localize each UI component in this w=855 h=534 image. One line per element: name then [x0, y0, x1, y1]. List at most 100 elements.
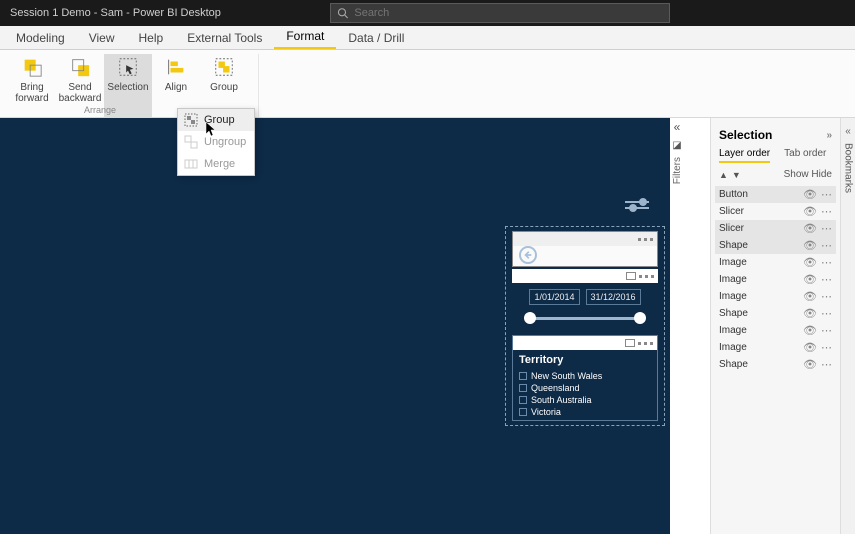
selection-item-label: Button: [719, 189, 748, 200]
selection-list-item[interactable]: Slicer👁⋯: [715, 220, 836, 237]
visibility-toggle[interactable]: 👁⋯: [803, 188, 832, 201]
date-slider[interactable]: [518, 311, 652, 329]
tab-help[interactable]: Help: [127, 27, 176, 49]
selection-list-item[interactable]: Shape👁⋯: [715, 356, 836, 373]
more-icon[interactable]: ⋯: [821, 256, 832, 269]
eye-icon[interactable]: 👁: [803, 290, 817, 303]
more-icon[interactable]: ⋯: [821, 341, 832, 354]
territory-option[interactable]: Victoria: [513, 406, 657, 418]
selection-list-item[interactable]: Image👁⋯: [715, 322, 836, 339]
back-arrow-icon[interactable]: [519, 246, 537, 264]
checkbox-icon[interactable]: [519, 384, 527, 392]
checkbox-icon[interactable]: [519, 372, 527, 380]
chevron-left-icon[interactable]: «: [674, 120, 681, 134]
eye-icon[interactable]: 👁: [803, 188, 817, 201]
eye-icon[interactable]: 👁: [803, 239, 817, 252]
selection-list-item[interactable]: Button👁⋯: [715, 186, 836, 203]
eye-icon[interactable]: 👁: [803, 205, 817, 218]
selection-list-item[interactable]: Image👁⋯: [715, 271, 836, 288]
tab-modeling[interactable]: Modeling: [4, 27, 77, 49]
visibility-toggle[interactable]: 👁⋯: [803, 290, 832, 303]
slider-track: [526, 317, 644, 320]
more-icon[interactable]: [638, 342, 641, 345]
date-slicer-visual[interactable]: 1/01/2014 31/12/2016: [512, 269, 658, 335]
bring-forward-icon: [21, 56, 43, 78]
territory-option[interactable]: Queensland: [513, 382, 657, 394]
ribbon-tab-strip: Modeling View Help External Tools Format…: [0, 26, 855, 50]
tab-data-drill[interactable]: Data / Drill: [336, 27, 416, 49]
visual-header: [512, 269, 658, 283]
slider-handle-end[interactable]: [634, 312, 646, 324]
territory-option[interactable]: New South Wales: [513, 370, 657, 382]
selection-list-item[interactable]: Shape👁⋯: [715, 305, 836, 322]
eye-icon[interactable]: 👁: [803, 256, 817, 269]
eye-icon[interactable]: 👁: [803, 222, 817, 235]
tab-tab-order[interactable]: Tab order: [784, 148, 826, 163]
filters-label: Filters: [672, 157, 683, 184]
tab-view[interactable]: View: [77, 27, 127, 49]
selection-list-item[interactable]: Slicer👁⋯: [715, 203, 836, 220]
selection-item-label: Slicer: [719, 206, 744, 217]
selection-icon: [117, 56, 139, 78]
search-input[interactable]: [354, 7, 663, 19]
slider-handle-start[interactable]: [524, 312, 536, 324]
show-button[interactable]: Show: [784, 169, 809, 180]
visibility-toggle[interactable]: 👁⋯: [803, 273, 832, 286]
more-icon[interactable]: ⋯: [821, 358, 832, 371]
more-icon[interactable]: ⋯: [821, 222, 832, 235]
territory-option[interactable]: South Australia: [513, 394, 657, 406]
visual-back-button[interactable]: [512, 231, 658, 267]
visibility-toggle[interactable]: 👁⋯: [803, 239, 832, 252]
visibility-toggle[interactable]: 👁⋯: [803, 205, 832, 218]
checkbox-icon[interactable]: [519, 408, 527, 416]
selection-list-item[interactable]: Image👁⋯: [715, 339, 836, 356]
selection-item-label: Slicer: [719, 223, 744, 234]
selected-visuals-group[interactable]: 1/01/2014 31/12/2016 Territory New South…: [505, 226, 665, 426]
checkbox-icon[interactable]: [519, 396, 527, 404]
visibility-toggle[interactable]: 👁⋯: [803, 324, 832, 337]
group-label: Group: [210, 82, 238, 93]
filters-pane-collapsed[interactable]: « ◪ Filters: [669, 120, 685, 184]
more-icon[interactable]: [639, 275, 642, 278]
tab-external-tools[interactable]: External Tools: [175, 27, 274, 49]
more-icon[interactable]: ⋯: [821, 205, 832, 218]
eye-icon[interactable]: 👁: [803, 341, 817, 354]
ribbon: Bring forward Send backward Selection Al…: [0, 50, 855, 118]
chevron-left-icon[interactable]: «: [845, 126, 851, 137]
more-icon[interactable]: ⋯: [821, 290, 832, 303]
hide-button[interactable]: Hide: [811, 169, 832, 180]
visibility-toggle[interactable]: 👁⋯: [803, 222, 832, 235]
eye-icon[interactable]: 👁: [803, 358, 817, 371]
selection-label: Selection: [107, 82, 148, 93]
more-icon[interactable]: ⋯: [821, 307, 832, 320]
selection-list-item[interactable]: Image👁⋯: [715, 288, 836, 305]
territory-slicer-visual[interactable]: Territory New South Wales Queensland Sou…: [512, 335, 658, 421]
filter-icon[interactable]: [626, 272, 636, 280]
expand-icon[interactable]: »: [826, 130, 832, 141]
move-down-icon[interactable]: ▼: [732, 170, 741, 180]
more-icon[interactable]: ⋯: [821, 239, 832, 252]
visibility-toggle[interactable]: 👁⋯: [803, 358, 832, 371]
selection-list-item[interactable]: Shape👁⋯: [715, 237, 836, 254]
tab-layer-order[interactable]: Layer order: [719, 148, 770, 163]
selection-list-item[interactable]: Image👁⋯: [715, 254, 836, 271]
more-icon[interactable]: ⋯: [821, 188, 832, 201]
visibility-toggle[interactable]: 👁⋯: [803, 341, 832, 354]
date-start[interactable]: 1/01/2014: [529, 289, 579, 305]
date-end[interactable]: 31/12/2016: [586, 289, 641, 305]
visibility-toggle[interactable]: 👁⋯: [803, 307, 832, 320]
tab-format[interactable]: Format: [274, 25, 336, 49]
more-icon[interactable]: [638, 238, 641, 241]
eye-icon[interactable]: 👁: [803, 324, 817, 337]
move-up-icon[interactable]: ▲: [719, 170, 728, 180]
search-box[interactable]: [330, 3, 670, 23]
eye-icon[interactable]: 👁: [803, 273, 817, 286]
selection-item-label: Shape: [719, 308, 748, 319]
more-icon[interactable]: ⋯: [821, 324, 832, 337]
eye-icon[interactable]: 👁: [803, 307, 817, 320]
more-icon[interactable]: ⋯: [821, 273, 832, 286]
filter-icon[interactable]: [625, 339, 635, 347]
bookmarks-pane-collapsed[interactable]: « Bookmarks: [840, 118, 855, 534]
filter-toggle-button[interactable]: [622, 195, 652, 215]
visibility-toggle[interactable]: 👁⋯: [803, 256, 832, 269]
